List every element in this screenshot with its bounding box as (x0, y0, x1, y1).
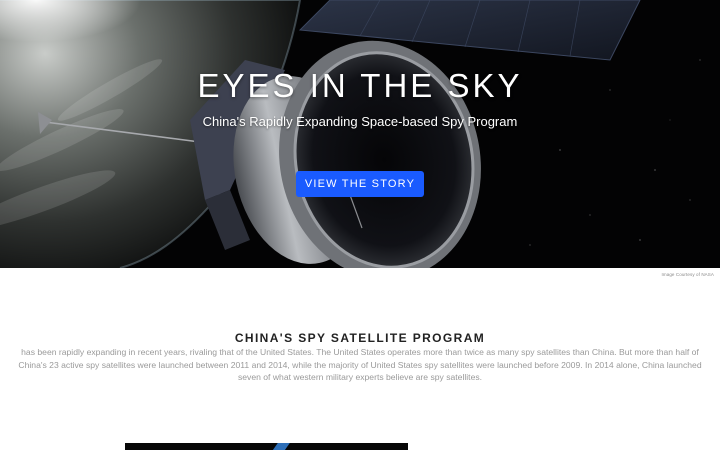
section-body-text: has been rapidly expanding in recent yea… (18, 347, 702, 383)
media-thumbnail-accent (272, 443, 290, 450)
section-title: CHINA'S SPY SATELLITE PROGRAM (234, 331, 486, 345)
hero-subtitle: China's Rapidly Expanding Space-based Sp… (202, 114, 518, 129)
media-frame (125, 443, 408, 450)
satellite-hero-image (0, 0, 720, 268)
hero-banner: EYES IN THE SKY China's Rapidly Expandin… (0, 0, 720, 268)
hero-title: EYES IN THE SKY (197, 67, 523, 104)
view-story-button[interactable]: VIEW THE STORY (296, 171, 424, 197)
image-credit: Image Courtesy of NASA (661, 272, 714, 277)
